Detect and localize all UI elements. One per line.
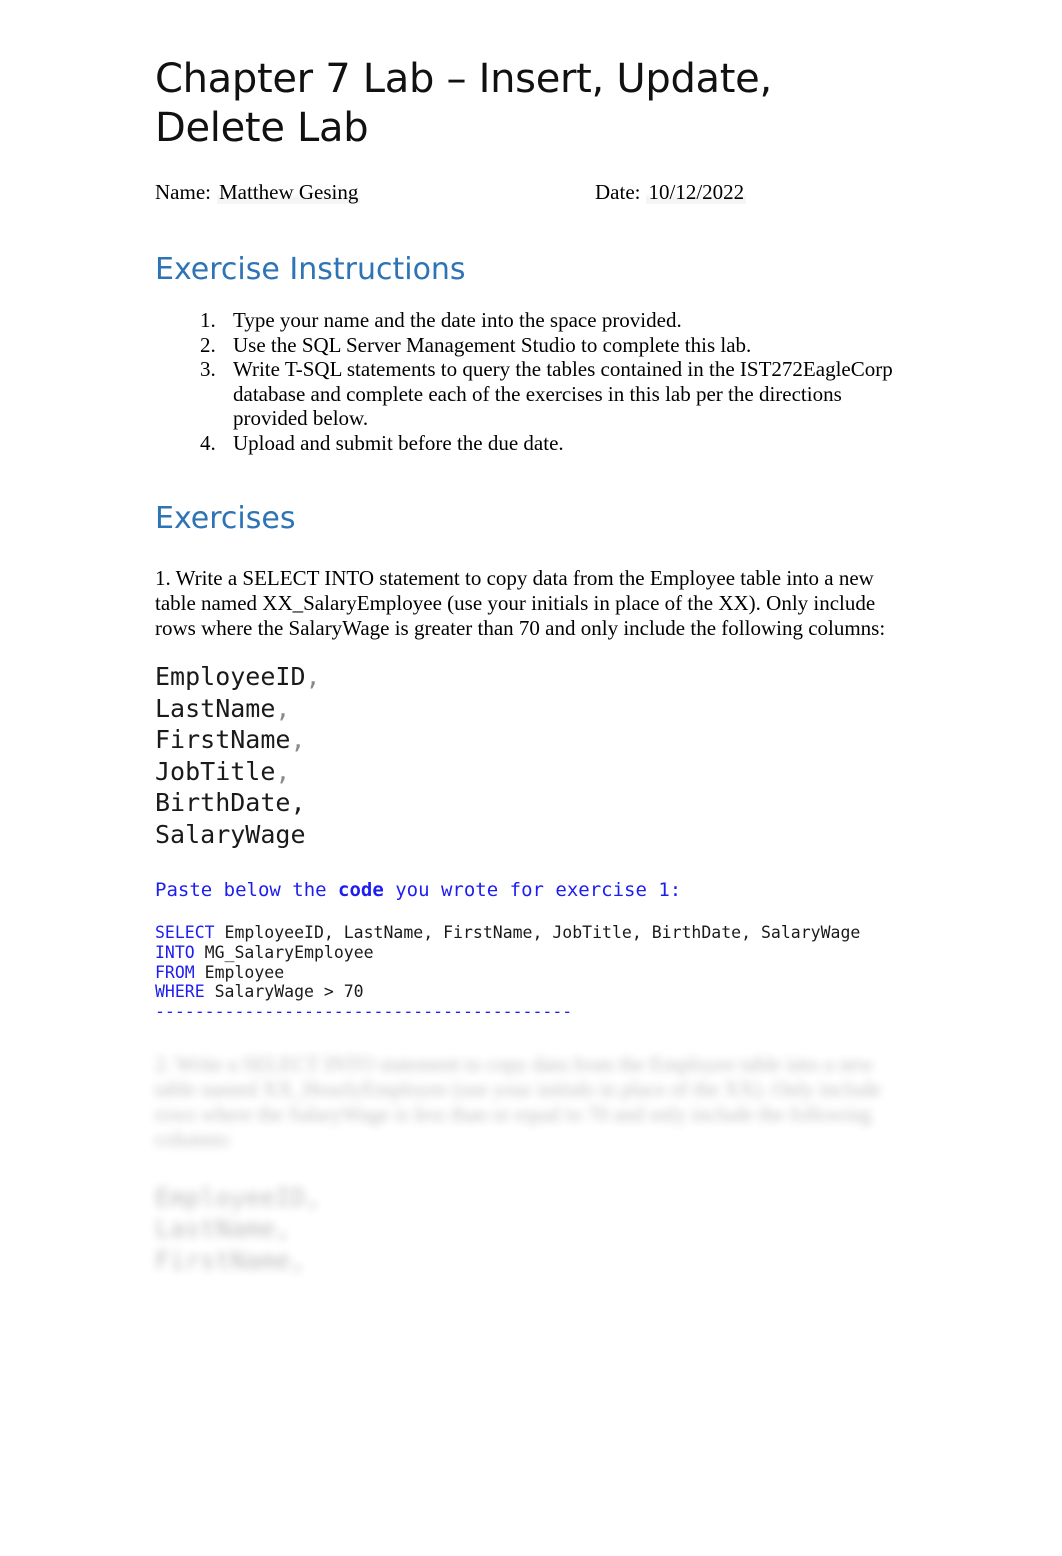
instructions-list: Type your name and the date into the spa… — [155, 308, 915, 455]
exercise-2-column-list-faded: EmployeeID, LastName, FirstName, — [155, 1152, 915, 1277]
date-label: Date: — [595, 180, 641, 204]
column-comma: , — [305, 662, 321, 691]
column-name: SalaryWage — [155, 819, 306, 849]
sql-keyword-select: SELECT — [155, 923, 215, 942]
exercise-1-column-list: EmployeeID, LastName, FirstName, JobTitl… — [155, 641, 915, 850]
faded-exercise-2-region: 2. Write a SELECT INTO statement to copy… — [155, 1022, 915, 1277]
column-comma: , — [275, 693, 291, 723]
name-label: Name: — [155, 180, 211, 204]
sql-keyword-from: FROM — [155, 962, 195, 982]
column-name: BirthDate — [155, 788, 291, 817]
paste-prompt-before: Paste below the — [155, 879, 339, 901]
sql-into-target: MG_SalaryEmployee — [194, 942, 374, 962]
paste-prompt-after: you wrote for exercise 1: — [383, 879, 682, 901]
name-date-line: Name: Matthew Gesing Date: 10/12/2022 — [155, 179, 915, 207]
code-separator-rule: ----------------------------------------… — [155, 1002, 573, 1022]
date-value[interactable]: 10/12/2022 — [646, 180, 747, 204]
list-item: Type your name and the date into the spa… — [221, 308, 915, 333]
name-value[interactable]: Matthew Gesing — [216, 180, 361, 204]
exercise-1-sql-code[interactable]: SELECT EmployeeID, LastName, FirstName, … — [155, 902, 915, 1022]
column-name: EmployeeID, — [155, 1182, 321, 1212]
column-name: JobTitle — [155, 756, 276, 786]
paste-prompt-bold: code — [338, 879, 384, 901]
exercise-2-prompt-faded: 2. Write a SELECT INTO statement to copy… — [155, 1051, 882, 1151]
page-title: Chapter 7 Lab – Insert, Update, Delete L… — [155, 56, 772, 151]
column-comma: , — [275, 756, 291, 786]
heading-exercises: Exercises — [155, 501, 296, 536]
list-item: Use the SQL Server Management Studio to … — [221, 333, 915, 358]
sql-select-columns: EmployeeID, LastName, FirstName, JobTitl… — [214, 923, 861, 942]
date-field-group: Date: 10/12/2022 — [595, 179, 747, 205]
name-field-group: Name: Matthew Gesing — [155, 179, 361, 205]
list-item: Write T-SQL statements to query the tabl… — [221, 357, 915, 431]
column-comma: , — [290, 725, 306, 754]
column-comma: , — [290, 788, 306, 817]
exercise-1-prompt: 1. Write a SELECT INTO statement to copy… — [155, 566, 886, 640]
column-name: FirstName — [155, 725, 291, 754]
paste-code-prompt: Paste below the code you wrote for exerc… — [155, 850, 915, 902]
column-name: LastName, — [155, 1214, 291, 1244]
heading-exercise-instructions: Exercise Instructions — [155, 252, 466, 287]
sql-from-table: Employee — [194, 962, 285, 982]
sql-where-condition: SalaryWage > 70 — [204, 982, 364, 1002]
list-item: Upload and submit before the due date. — [221, 431, 915, 456]
document-page: Chapter 7 Lab – Insert, Update, Delete L… — [0, 0, 1062, 1556]
document-content: Chapter 7 Lab – Insert, Update, Delete L… — [155, 0, 915, 1276]
sql-keyword-into: INTO — [155, 942, 195, 962]
column-name: EmployeeID — [155, 662, 306, 691]
sql-keyword-where: WHERE — [155, 982, 205, 1002]
column-name: LastName — [155, 693, 276, 723]
column-name: FirstName, — [155, 1245, 306, 1275]
